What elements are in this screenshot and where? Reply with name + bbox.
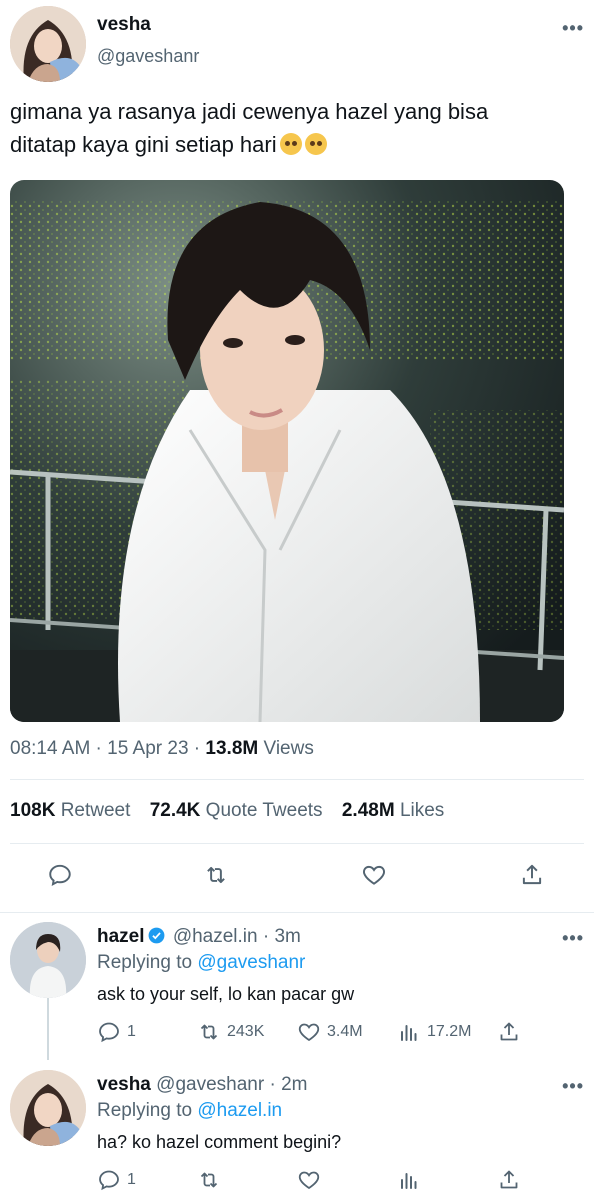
thread-line [47, 998, 49, 1060]
retweet-count: 243K [227, 1023, 265, 1040]
reply-header: hazel @hazel.in · 3m [97, 926, 301, 947]
quotes-count: 72.4K [149, 800, 201, 821]
replying-to-link[interactable]: @gaveshanr [197, 952, 305, 973]
like-button[interactable]: 3.4M [297, 1020, 363, 1044]
reply-button[interactable] [47, 862, 73, 888]
tweet-text: gimana ya rasanya jadi cewenya hazel yan… [10, 95, 580, 161]
tweet-photo[interactable] [10, 180, 564, 722]
quotes-stat[interactable]: 72.4K Quote Tweets [150, 800, 323, 821]
reply-actions: 1 [87, 1168, 574, 1200]
retweets-label: Retweet [60, 800, 131, 821]
heart-icon [298, 1023, 320, 1042]
heart-icon [363, 865, 385, 885]
more-options-icon[interactable]: ••• [562, 18, 584, 39]
likes-stat[interactable]: 2.48M Likes [342, 800, 444, 821]
reply-author-handle[interactable]: @gaveshanr [156, 1074, 264, 1095]
reply-author-handle[interactable]: @hazel.in [173, 926, 258, 947]
like-button[interactable] [361, 862, 387, 888]
tweet-header: vesha @gaveshanr ••• [10, 6, 584, 82]
reply-count: 1 [127, 1023, 136, 1040]
reply-text: ask to your self, lo kan pacar gw [97, 984, 355, 1004]
share-button[interactable] [497, 1020, 521, 1044]
replying-to-link[interactable]: @hazel.in [197, 1100, 282, 1121]
pleading-face-emoji-icon [304, 133, 327, 155]
author-handle[interactable]: @gaveshanr [97, 46, 199, 67]
retweet-icon [200, 1024, 218, 1040]
reply-age[interactable]: 2m [281, 1074, 307, 1095]
more-options-icon[interactable]: ••• [562, 928, 584, 949]
author-avatar[interactable] [10, 6, 86, 82]
quotes-label: Quote Tweets [205, 800, 323, 821]
reply-actions: 1 243K 3.4M 17.2M [87, 1020, 574, 1052]
retweet-icon [207, 866, 225, 884]
replying-to-prefix: Replying to [97, 1100, 193, 1121]
reply-icon [49, 864, 71, 886]
tweet-time[interactable]: 08:14 AM [10, 738, 90, 759]
reply-count: 1 [127, 1171, 136, 1188]
replying-to: Replying to @gaveshanr [97, 952, 305, 974]
retweet-button[interactable]: 243K [197, 1020, 264, 1044]
retweet-button[interactable] [197, 1168, 221, 1192]
reply-avatar[interactable] [10, 1070, 86, 1146]
views-chart-icon [401, 1173, 417, 1189]
reply-button[interactable]: 1 [97, 1020, 136, 1044]
tweet-text-line2: ditatap kaya gini setiap hari [10, 132, 277, 157]
tweet-actions [0, 862, 594, 902]
reply-age[interactable]: 3m [274, 926, 300, 947]
tweet-text-line1: gimana ya rasanya jadi cewenya hazel yan… [10, 99, 489, 124]
reply-author-name[interactable]: vesha [97, 1074, 151, 1095]
views-label: Views [263, 738, 314, 759]
views-button[interactable]: 17.2M [397, 1020, 471, 1044]
tweet-date[interactable]: 15 Apr 23 [107, 738, 188, 759]
reply-icon [99, 1170, 119, 1191]
likes-count: 2.48M [341, 800, 395, 821]
tweet-stats: 108K Retweet 72.4K Quote Tweets 2.48M Li… [10, 800, 444, 822]
reply-icon [99, 1022, 119, 1043]
reply-text: ha? ko hazel comment begini? [97, 1132, 342, 1152]
retweet-button[interactable] [203, 862, 229, 888]
divider [10, 843, 584, 844]
retweets-count: 108K [10, 800, 56, 821]
divider [0, 912, 594, 913]
view-count: 17.2M [427, 1023, 472, 1040]
replying-to-prefix: Replying to [97, 952, 193, 973]
author-name[interactable]: vesha [97, 14, 151, 36]
likes-label: Likes [399, 800, 445, 821]
views-chart-icon [401, 1025, 417, 1041]
views-button[interactable] [397, 1168, 421, 1192]
retweet-icon [200, 1172, 218, 1188]
share-icon [500, 1022, 518, 1041]
share-icon [522, 864, 542, 885]
replying-to: Replying to @hazel.in [97, 1100, 282, 1122]
pleading-face-emoji-icon [279, 133, 302, 155]
reply-header: vesha @gaveshanr · 2m [97, 1074, 308, 1095]
like-button[interactable] [297, 1168, 321, 1192]
reply-button[interactable]: 1 [97, 1168, 136, 1192]
share-button[interactable] [519, 862, 545, 888]
share-icon [500, 1170, 518, 1189]
tweet-meta: 08:14 AM · 15 Apr 23 · 13.8M Views [10, 738, 314, 759]
share-button[interactable] [497, 1168, 521, 1192]
reply-avatar[interactable] [10, 922, 86, 998]
heart-icon [298, 1171, 320, 1190]
views-count: 13.8M [205, 738, 259, 759]
like-count: 3.4M [327, 1023, 363, 1040]
verified-badge-icon [148, 927, 164, 944]
more-options-icon[interactable]: ••• [562, 1076, 584, 1097]
divider [10, 779, 584, 780]
reply-author-name[interactable]: hazel [97, 926, 145, 947]
retweets-stat[interactable]: 108K Retweet [10, 800, 130, 821]
